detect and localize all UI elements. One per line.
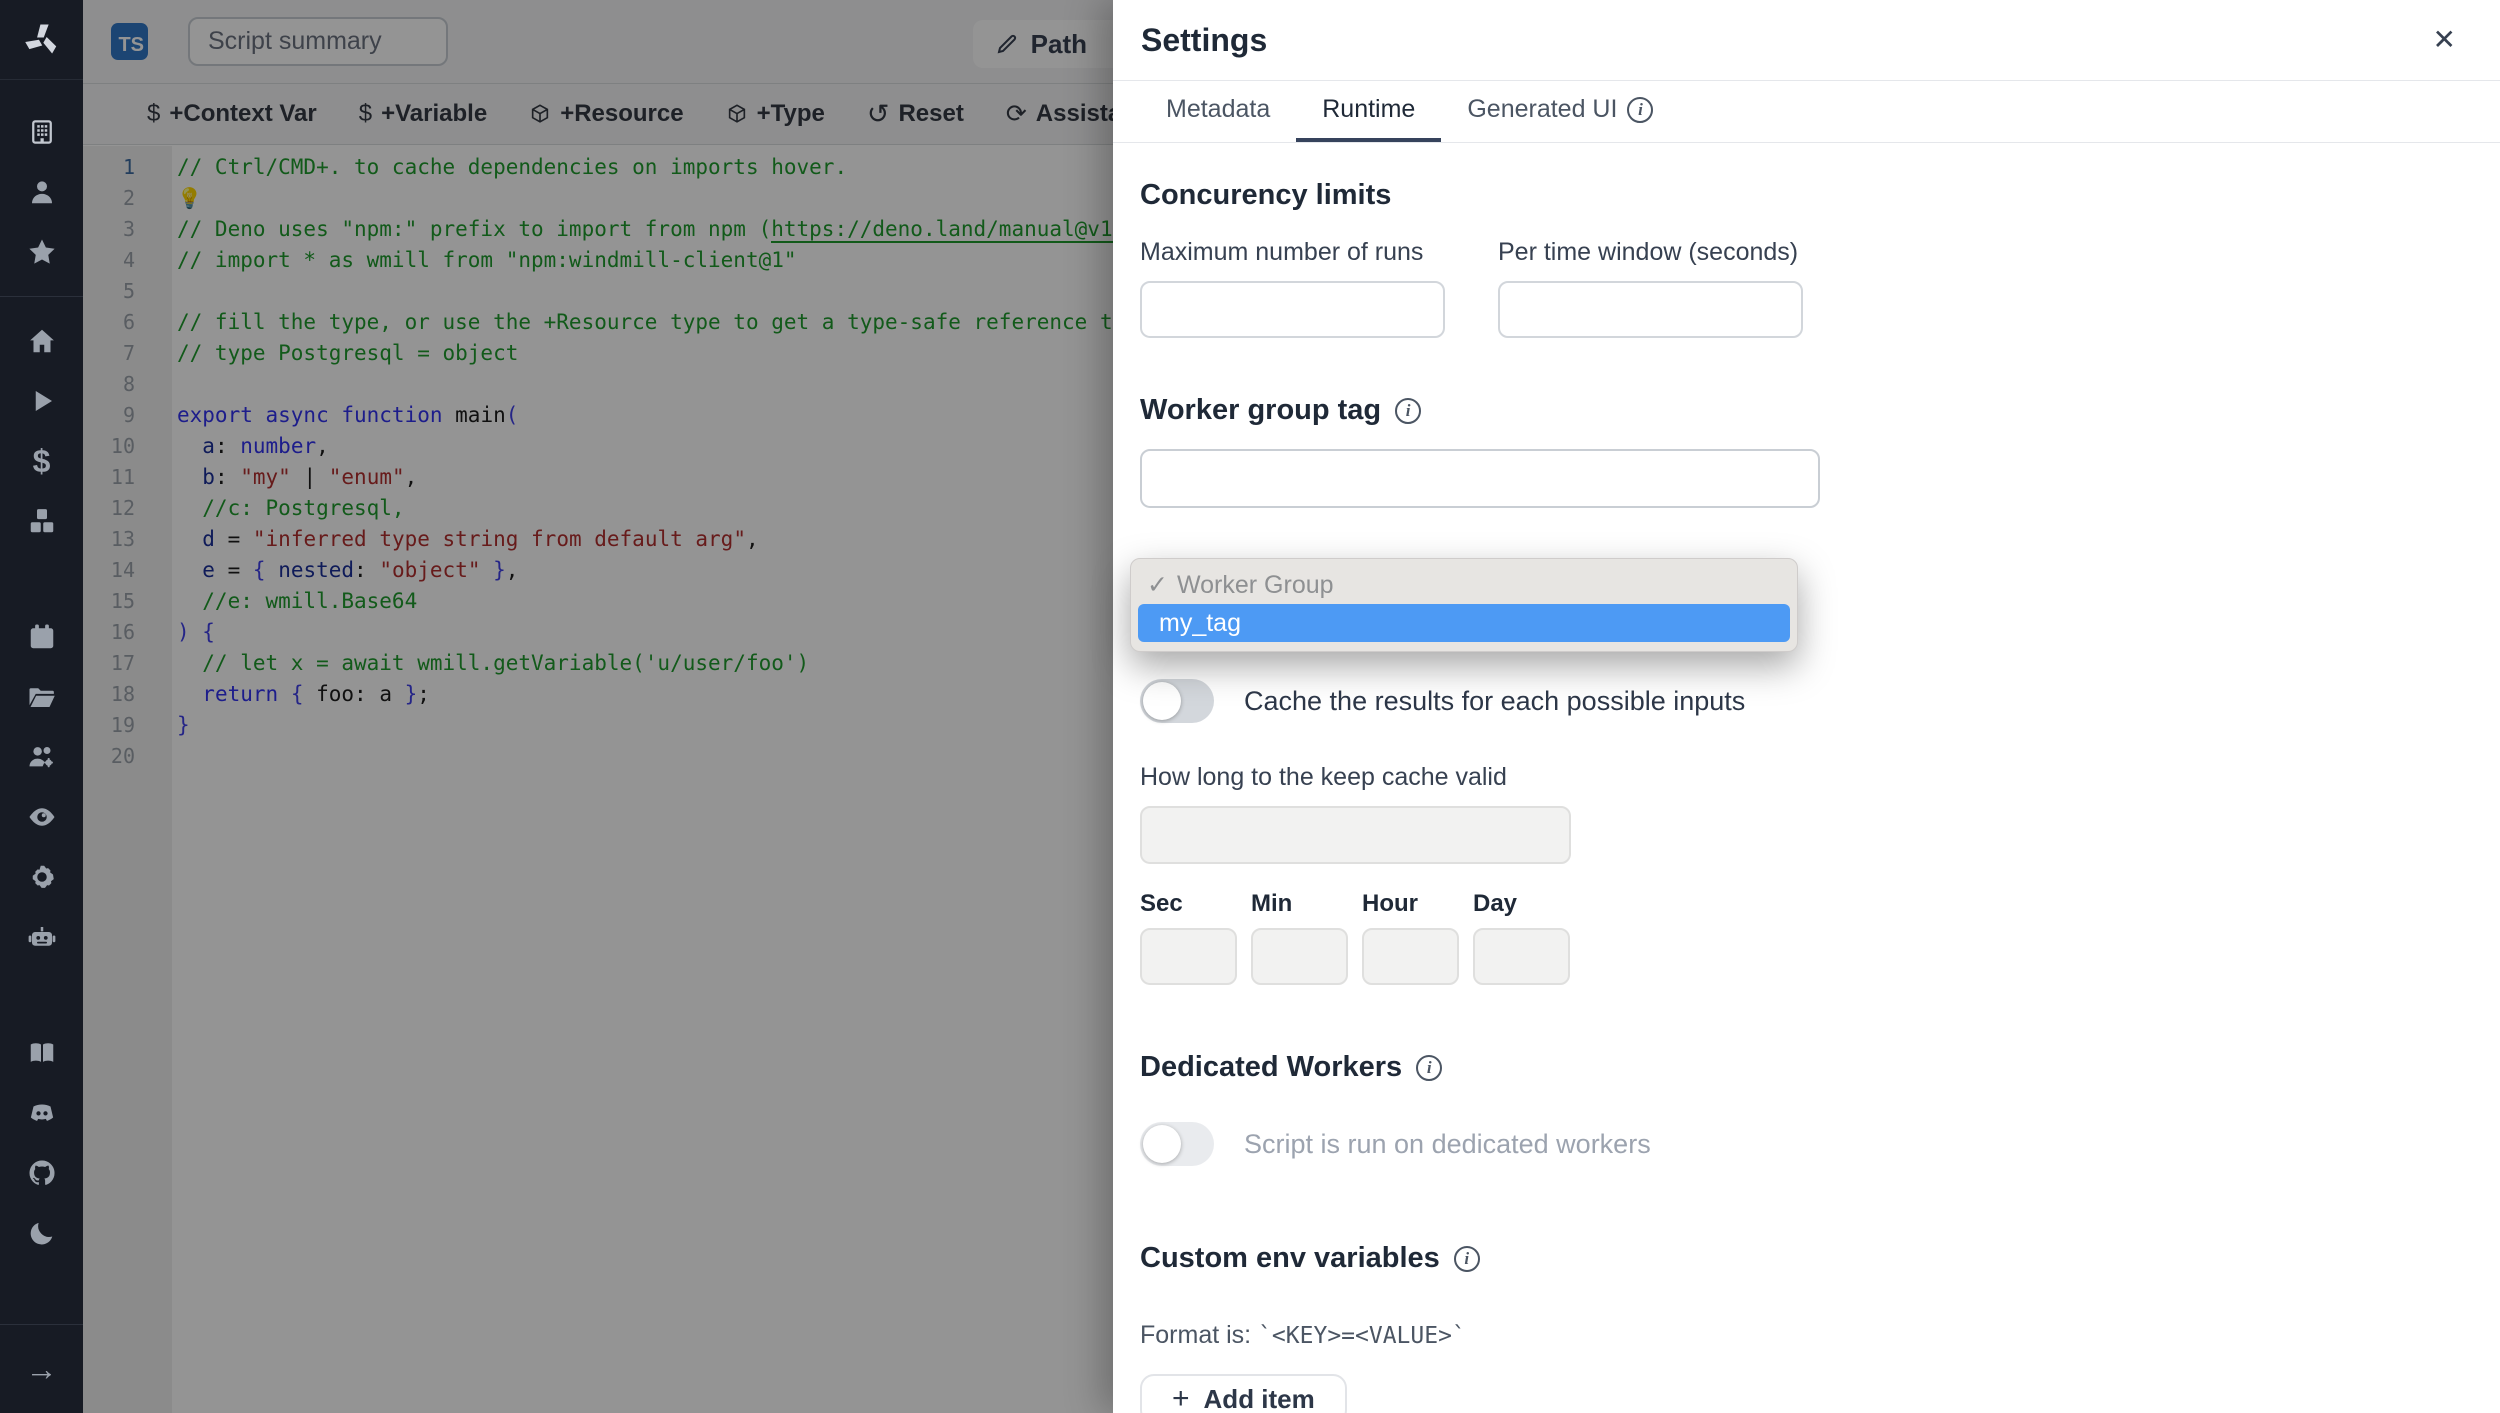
worker-group-dropdown: ✓ Worker Group my_tag <box>1130 558 1798 652</box>
time-field-label: Sec <box>1140 890 1183 917</box>
sidebar-bottom: → <box>0 1310 83 1413</box>
tab-metadata[interactable]: Metadata <box>1140 81 1296 142</box>
arrow-right-icon[interactable]: → <box>20 1349 64 1389</box>
github-icon[interactable] <box>20 1153 64 1193</box>
users-gear-icon[interactable] <box>20 737 64 777</box>
concurrency-heading: Concurency limits <box>1140 179 1392 211</box>
folder-icon[interactable] <box>20 677 64 717</box>
building-icon[interactable] <box>20 112 64 152</box>
star-icon[interactable] <box>20 232 64 272</box>
dedicated-workers-section: Dedicated Workers i Script is run on ded… <box>1140 1051 2468 1166</box>
dropdown-option-my_tag[interactable]: my_tag <box>1138 604 1790 642</box>
discord-icon[interactable] <box>20 1093 64 1133</box>
cache-toggle[interactable] <box>1140 679 1214 723</box>
info-icon[interactable]: i <box>1453 1245 1480 1272</box>
settings-content: Concurency limits Maximum number of runs… <box>1113 143 2500 1413</box>
settings-tabs: Metadata Runtime Generated UI i <box>1113 81 2500 143</box>
cache-time-fields: Sec Min Hour Day <box>1140 890 2468 985</box>
close-icon[interactable]: ✕ <box>2433 26 2456 54</box>
sidebar: $ → <box>0 0 83 1413</box>
settings-panel: Settings ✕ Metadata Runtime Generated UI i … <box>1113 0 2500 1413</box>
env-format-prefix: Format is: <box>1140 1321 1259 1349</box>
dropdown-option-worker-group[interactable]: ✓ Worker Group <box>1131 566 1797 604</box>
time-field-label: Hour <box>1362 890 1418 917</box>
info-icon[interactable]: i <box>1395 397 1422 424</box>
tab-generated-ui[interactable]: Generated UI i <box>1441 81 1679 142</box>
add-item-label: Add item <box>1203 1383 1315 1413</box>
check-icon: ✓ <box>1147 571 1168 599</box>
settings-header: Settings ✕ <box>1113 0 2500 81</box>
sidebar-nav: $ <box>0 80 83 1310</box>
concurrency-fields: Maximum number of runs Per time window (s… <box>1140 238 2468 338</box>
info-icon[interactable]: i <box>1627 96 1654 123</box>
time-field-hour: Hour <box>1362 890 1459 985</box>
time-field-input[interactable] <box>1362 928 1459 985</box>
windmill-logo[interactable] <box>0 0 83 80</box>
time-field-input[interactable] <box>1473 928 1570 985</box>
workspace: TS Path $+Context Var$+Variable+Resource… <box>83 0 1172 1413</box>
sidebar-divider <box>0 1324 83 1325</box>
field-label: Maximum number of runs <box>1140 238 1424 266</box>
robot-icon[interactable] <box>20 917 64 957</box>
cache-toggle-row: Cache the results for each possible inpu… <box>1140 679 2468 723</box>
worker-group-select[interactable] <box>1140 449 1820 508</box>
time-field-label: Day <box>1473 890 1518 917</box>
field-input[interactable] <box>1140 281 1445 338</box>
worker-group-heading-label: Worker group tag <box>1140 394 1382 426</box>
dedicated-toggle-row: Script is run on dedicated workers <box>1140 1122 2468 1166</box>
gear-icon[interactable] <box>20 857 64 897</box>
play-icon[interactable] <box>20 381 64 421</box>
add-item-button[interactable]: + Add item <box>1140 1374 1347 1413</box>
app-root: $ → TS Path $+Context Var$+Variable+Reso… <box>0 0 2500 1413</box>
concurrency-field: Maximum number of runs <box>1140 238 1445 338</box>
time-field-input[interactable] <box>1140 928 1237 985</box>
custom-env-section: Custom env variables i Format is: `<KEY>… <box>1140 1242 2468 1413</box>
concurrency-field: Per time window (seconds) <box>1498 238 1803 338</box>
worker-group-section: Worker group tag i <box>1140 394 2468 508</box>
time-field-min: Min <box>1251 890 1348 985</box>
field-label: Per time window (seconds) <box>1498 238 1799 266</box>
settings-title: Settings <box>1141 21 1268 58</box>
field-input[interactable] <box>1498 281 1803 338</box>
time-field-input[interactable] <box>1251 928 1348 985</box>
env-format-label: Format is: `<KEY>=<VALUE>` <box>1140 1321 2468 1350</box>
cache-duration-label: How long to the keep cache valid <box>1140 763 1507 791</box>
dedicated-workers-heading: Dedicated Workers i <box>1140 1051 2468 1084</box>
env-format-code: `<KEY>=<VALUE>` <box>1258 1323 1466 1349</box>
worker-group-heading: Worker group tag i <box>1140 394 2468 427</box>
dedicated-workers-heading-label: Dedicated Workers <box>1140 1051 1403 1083</box>
book-icon[interactable] <box>20 1033 64 1073</box>
moon-icon[interactable] <box>20 1213 64 1253</box>
plus-icon: + <box>1172 1382 1190 1413</box>
tab-runtime[interactable]: Runtime <box>1296 81 1442 142</box>
cubes-icon[interactable] <box>20 501 64 541</box>
info-icon[interactable]: i <box>1416 1054 1443 1081</box>
calendar-icon[interactable] <box>20 617 64 657</box>
home-icon[interactable] <box>20 321 64 361</box>
modal-backdrop[interactable] <box>83 0 1113 1413</box>
dollar-icon[interactable]: $ <box>20 441 64 481</box>
cache-duration-input[interactable] <box>1140 806 1571 864</box>
time-field-sec: Sec <box>1140 890 1237 985</box>
custom-env-heading-label: Custom env variables <box>1140 1242 1440 1274</box>
dedicated-toggle-label: Script is run on dedicated workers <box>1244 1128 1651 1159</box>
time-field-day: Day <box>1473 890 1570 985</box>
cache-toggle-label: Cache the results for each possible inpu… <box>1244 685 1746 716</box>
user-icon[interactable] <box>20 172 64 212</box>
custom-env-heading: Custom env variables i <box>1140 1242 2468 1275</box>
windmill-logo-icon <box>24 23 56 54</box>
cache-section: Cache Cache the results for each possibl… <box>1140 608 2468 985</box>
sidebar-divider <box>0 296 83 297</box>
dedicated-workers-toggle[interactable] <box>1140 1122 1214 1166</box>
time-field-label: Min <box>1251 890 1293 917</box>
eye-icon[interactable] <box>20 797 64 837</box>
